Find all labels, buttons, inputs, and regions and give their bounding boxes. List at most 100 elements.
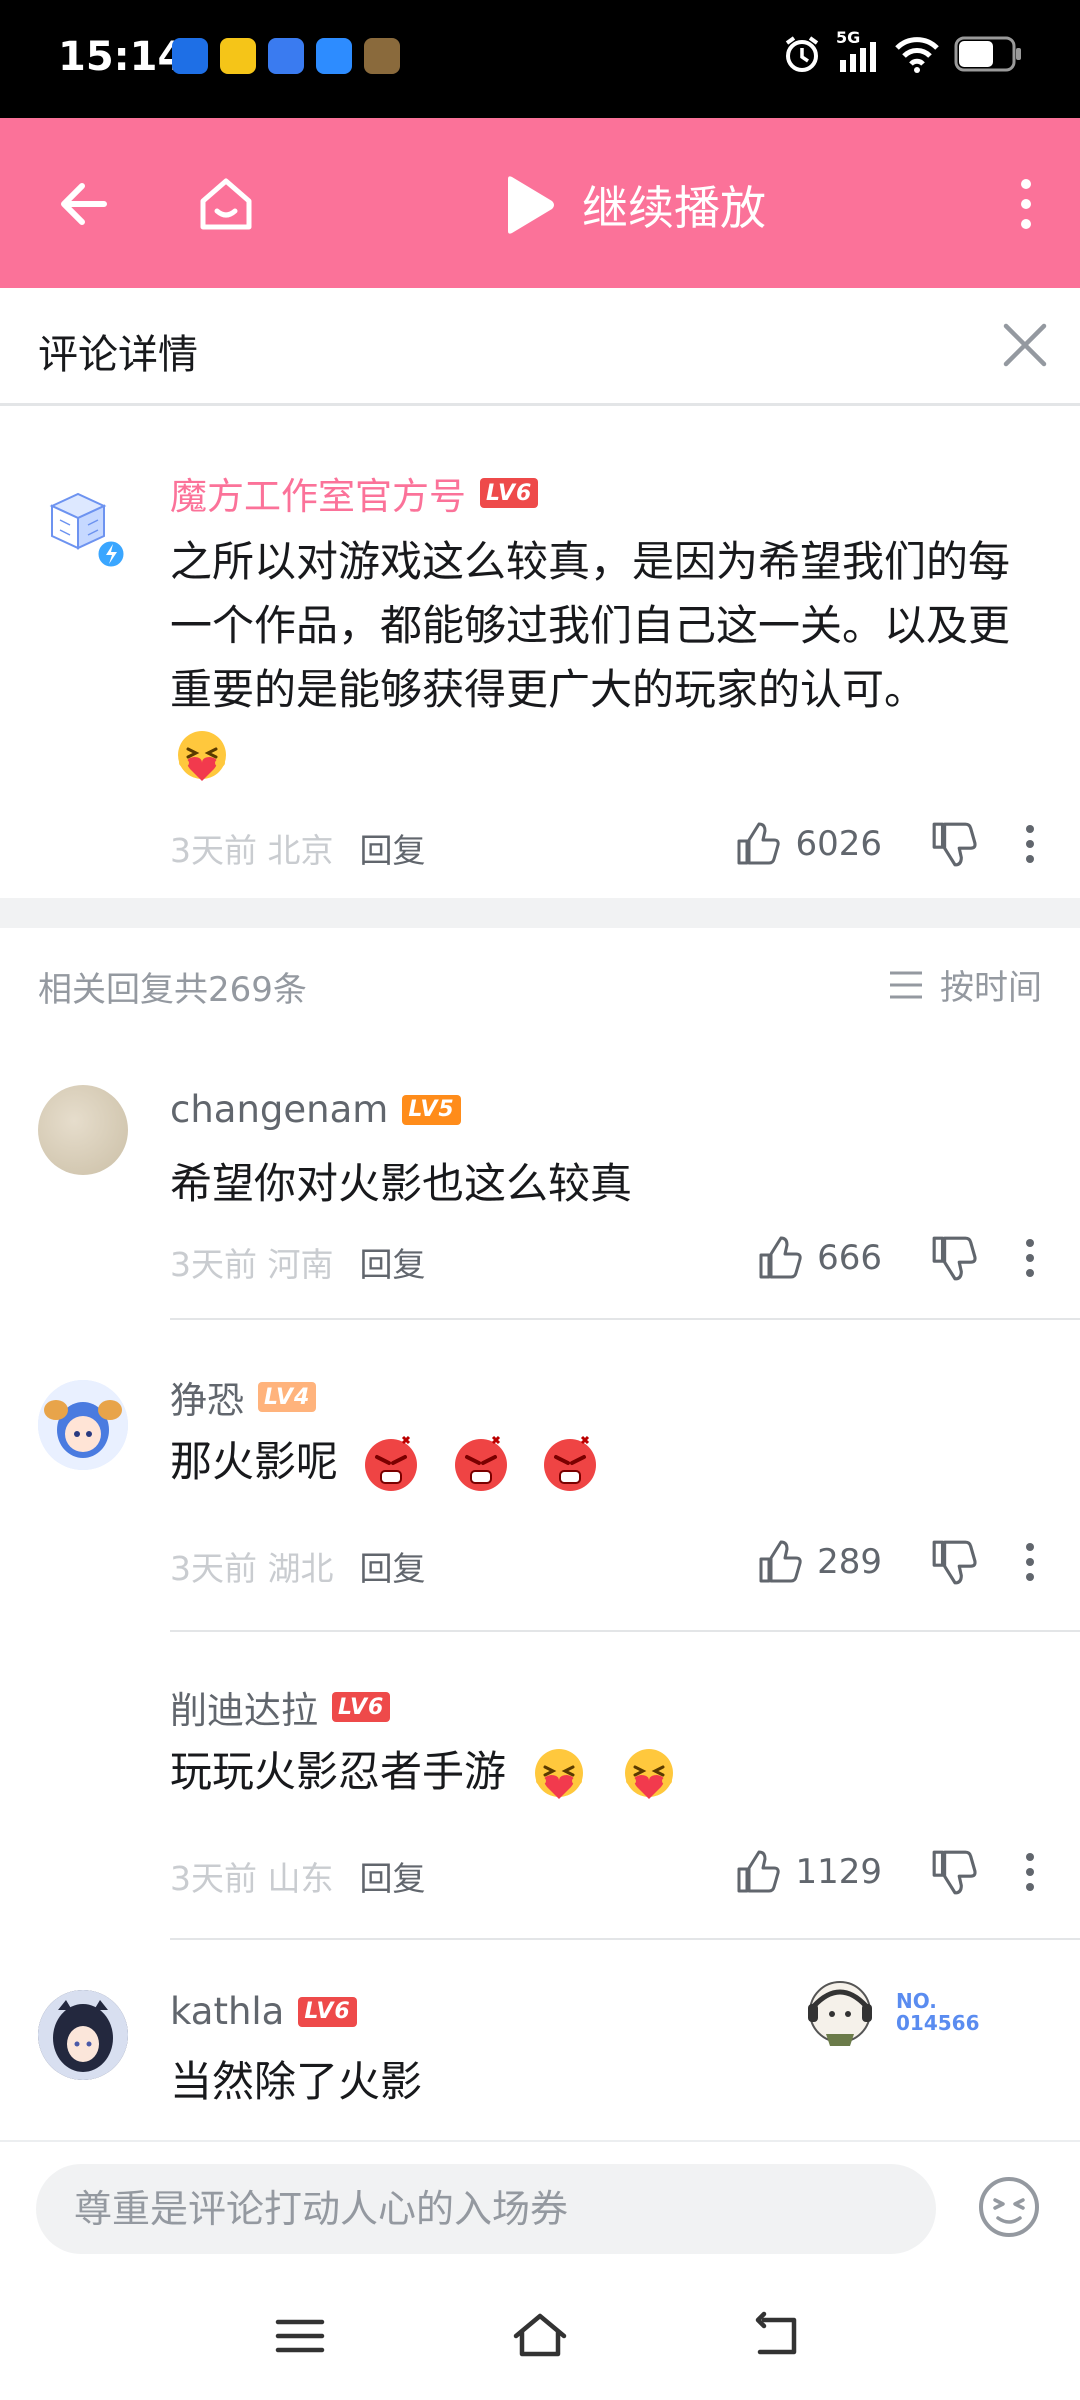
username[interactable]: kathla bbox=[170, 1990, 284, 2033]
continue-play-button[interactable]: 继续播放 bbox=[500, 170, 766, 240]
thumbs-up-icon bbox=[737, 822, 781, 865]
emoji-button[interactable] bbox=[976, 2174, 1042, 2240]
username[interactable]: 魔方工作室官方号 bbox=[170, 466, 466, 520]
like-button[interactable]: 666 bbox=[757, 1235, 882, 1281]
like-count: 6026 bbox=[795, 824, 882, 864]
wifi-icon bbox=[895, 37, 939, 73]
more-vertical-icon bbox=[1026, 1853, 1034, 1891]
thumbs-down-icon[interactable] bbox=[930, 1234, 978, 1282]
fan-badge: NO. 014566 bbox=[800, 1972, 1000, 2052]
app-notification-icon bbox=[268, 38, 304, 74]
arrow-left-icon bbox=[61, 183, 107, 225]
hug-heart-emoji-icon bbox=[624, 1748, 673, 1799]
thumbs-down-icon[interactable] bbox=[930, 1848, 978, 1896]
comment-text-content: 那火影呢 bbox=[170, 1437, 339, 1486]
comment-header: kathla LV6 bbox=[170, 1990, 357, 2033]
emoji-face-icon bbox=[979, 2177, 1039, 2237]
thumbs-down-icon[interactable] bbox=[930, 820, 978, 868]
comment-actions: 289 bbox=[757, 1538, 1050, 1586]
signal-icon: 5G bbox=[836, 28, 880, 74]
status-indicators: 5G bbox=[782, 28, 1022, 74]
alarm-icon bbox=[785, 36, 819, 72]
app-notification-icon bbox=[172, 38, 208, 74]
play-icon bbox=[508, 176, 554, 234]
sort-button[interactable]: 按时间 bbox=[888, 960, 1042, 1009]
home-icon[interactable] bbox=[510, 2306, 570, 2366]
avatar[interactable] bbox=[38, 1990, 128, 2080]
level-badge: LV6 bbox=[332, 1692, 391, 1722]
level-badge: LV6 bbox=[480, 478, 539, 508]
sort-lines-icon bbox=[890, 971, 922, 998]
comment-text: 玩玩火影忍者手游 bbox=[170, 1740, 1050, 1807]
like-button[interactable]: 6026 bbox=[735, 821, 882, 867]
level-badge: LV4 bbox=[258, 1382, 317, 1412]
comment-time: 3天前 山东 bbox=[170, 1859, 334, 1898]
more-vertical-icon bbox=[1021, 179, 1031, 229]
back-icon[interactable] bbox=[750, 2306, 810, 2366]
more-vertical-icon bbox=[1026, 1239, 1034, 1277]
close-button[interactable] bbox=[992, 312, 1058, 378]
page-title: 评论详情 bbox=[38, 332, 198, 378]
avatar[interactable] bbox=[38, 480, 128, 570]
comment-time: 3天前 河南 bbox=[170, 1245, 334, 1284]
comment-more-button[interactable] bbox=[1010, 820, 1050, 868]
comment-text: 希望你对火影也这么较真 bbox=[170, 1159, 633, 1208]
like-count: 289 bbox=[817, 1542, 882, 1582]
comment-actions: 1129 bbox=[735, 1848, 1050, 1896]
comment-text: 那火影呢 bbox=[170, 1430, 1050, 1497]
comment-detail-header: 评论详情 bbox=[0, 288, 1080, 406]
comment-header: 削迪达拉 LV6 bbox=[170, 1680, 391, 1734]
comment-text-content: 之所以对游戏这么较真，是因为希望我们的每一个作品，都能够过我们自己这一关。以及更… bbox=[170, 537, 1011, 714]
sort-label: 按时间 bbox=[940, 968, 1042, 1008]
like-button[interactable]: 1129 bbox=[735, 1849, 882, 1895]
comment-more-button[interactable] bbox=[1010, 1848, 1050, 1896]
more-button[interactable] bbox=[990, 168, 1062, 240]
reply-button[interactable]: 回复 bbox=[360, 1542, 426, 1590]
more-vertical-icon bbox=[1026, 1543, 1034, 1581]
reply-button[interactable]: 回复 bbox=[360, 824, 426, 872]
reply-item: 狰恐 LV4 那火影呢 3天前 湖北 回复 289 bbox=[0, 1320, 1080, 1632]
reply-button[interactable]: 回复 bbox=[360, 1238, 426, 1286]
more-vertical-icon bbox=[1026, 825, 1034, 863]
like-button[interactable]: 289 bbox=[757, 1539, 882, 1585]
angry-emoji-icon bbox=[454, 1435, 507, 1491]
cube-logo-icon bbox=[49, 492, 127, 570]
app-notification-icon bbox=[220, 38, 256, 74]
thumbs-up-icon bbox=[759, 1236, 802, 1279]
username[interactable]: changenam bbox=[170, 1088, 388, 1131]
home-icon bbox=[200, 178, 252, 230]
comment-time: 3天前 湖北 bbox=[170, 1549, 334, 1588]
comment-meta: 3天前 山东 回复 bbox=[170, 1852, 426, 1900]
status-time: 15:14 bbox=[58, 34, 186, 80]
reply-count: 相关回复共269条 bbox=[38, 970, 307, 1010]
comment-text: 当然除了火影 bbox=[170, 2057, 423, 2106]
username[interactable]: 狰恐 bbox=[170, 1370, 244, 1424]
comment-more-button[interactable] bbox=[1010, 1538, 1050, 1586]
menu-icon[interactable] bbox=[270, 2306, 330, 2366]
comment-more-button[interactable] bbox=[1010, 1234, 1050, 1282]
angry-emoji-icon bbox=[544, 1435, 597, 1491]
home-button[interactable] bbox=[190, 168, 262, 240]
reply-item: 削迪达拉 LV6 玩玩火影忍者手游 3天前 山东 回复 1129 bbox=[0, 1630, 1080, 1940]
top-bar: 继续播放 bbox=[0, 118, 1080, 288]
angry-emoji-icon bbox=[365, 1435, 418, 1491]
notification-icons bbox=[172, 38, 400, 74]
replies-header: 相关回复共269条 按时间 bbox=[0, 928, 1080, 1038]
app-notification-icon bbox=[316, 38, 352, 74]
avatar[interactable] bbox=[38, 1380, 128, 1470]
avatar[interactable] bbox=[38, 1085, 128, 1175]
close-icon bbox=[1003, 323, 1047, 367]
thumbs-up-icon bbox=[759, 1540, 802, 1583]
comment-input[interactable] bbox=[36, 2164, 936, 2254]
comment-meta: 3天前 北京 回复 bbox=[170, 824, 426, 872]
thumbs-down-icon[interactable] bbox=[930, 1538, 978, 1586]
username[interactable]: 削迪达拉 bbox=[170, 1680, 318, 1734]
comment-actions: 6026 bbox=[735, 820, 1050, 868]
reply-button[interactable]: 回复 bbox=[360, 1852, 426, 1900]
back-button[interactable] bbox=[48, 168, 120, 240]
hug-heart-emoji-icon bbox=[178, 730, 226, 781]
system-nav-bar bbox=[0, 2270, 1080, 2400]
thumbs-up-icon bbox=[737, 1850, 781, 1893]
comment-header: 狰恐 LV4 bbox=[170, 1370, 317, 1424]
comment-time: 3天前 北京 bbox=[170, 831, 334, 870]
